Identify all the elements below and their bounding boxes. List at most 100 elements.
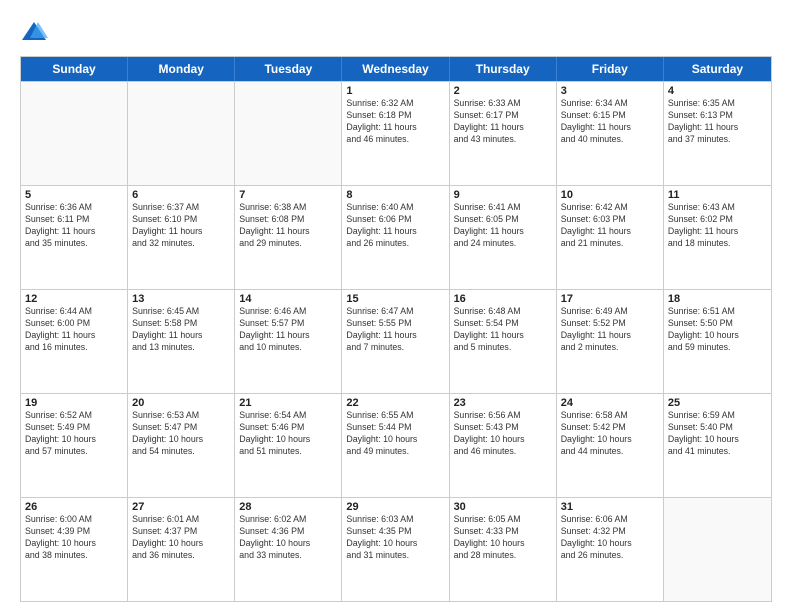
day-number: 18 [668, 293, 767, 305]
day-info: Sunrise: 6:32 AM Sunset: 6:18 PM Dayligh… [346, 98, 444, 146]
cal-cell-r1c3: 8Sunrise: 6:40 AM Sunset: 6:06 PM Daylig… [342, 186, 449, 289]
day-info: Sunrise: 6:38 AM Sunset: 6:08 PM Dayligh… [239, 202, 337, 250]
header-day-saturday: Saturday [664, 57, 771, 81]
cal-cell-r0c2 [235, 82, 342, 185]
day-number: 3 [561, 85, 659, 97]
day-info: Sunrise: 6:33 AM Sunset: 6:17 PM Dayligh… [454, 98, 552, 146]
cal-row-2: 12Sunrise: 6:44 AM Sunset: 6:00 PM Dayli… [21, 289, 771, 393]
day-number: 4 [668, 85, 767, 97]
cal-cell-r0c5: 3Sunrise: 6:34 AM Sunset: 6:15 PM Daylig… [557, 82, 664, 185]
cal-cell-r1c4: 9Sunrise: 6:41 AM Sunset: 6:05 PM Daylig… [450, 186, 557, 289]
cal-cell-r3c0: 19Sunrise: 6:52 AM Sunset: 5:49 PM Dayli… [21, 394, 128, 497]
cal-cell-r0c3: 1Sunrise: 6:32 AM Sunset: 6:18 PM Daylig… [342, 82, 449, 185]
day-number: 25 [668, 397, 767, 409]
day-info: Sunrise: 6:56 AM Sunset: 5:43 PM Dayligh… [454, 410, 552, 458]
day-number: 8 [346, 189, 444, 201]
day-number: 31 [561, 501, 659, 513]
day-number: 29 [346, 501, 444, 513]
day-info: Sunrise: 6:51 AM Sunset: 5:50 PM Dayligh… [668, 306, 767, 354]
day-info: Sunrise: 6:54 AM Sunset: 5:46 PM Dayligh… [239, 410, 337, 458]
day-info: Sunrise: 6:06 AM Sunset: 4:32 PM Dayligh… [561, 514, 659, 562]
cal-cell-r2c2: 14Sunrise: 6:46 AM Sunset: 5:57 PM Dayli… [235, 290, 342, 393]
logo [20, 18, 52, 46]
cal-cell-r0c6: 4Sunrise: 6:35 AM Sunset: 6:13 PM Daylig… [664, 82, 771, 185]
day-info: Sunrise: 6:52 AM Sunset: 5:49 PM Dayligh… [25, 410, 123, 458]
cal-cell-r2c6: 18Sunrise: 6:51 AM Sunset: 5:50 PM Dayli… [664, 290, 771, 393]
day-info: Sunrise: 6:58 AM Sunset: 5:42 PM Dayligh… [561, 410, 659, 458]
day-number: 14 [239, 293, 337, 305]
day-info: Sunrise: 6:55 AM Sunset: 5:44 PM Dayligh… [346, 410, 444, 458]
day-info: Sunrise: 6:47 AM Sunset: 5:55 PM Dayligh… [346, 306, 444, 354]
cal-row-3: 19Sunrise: 6:52 AM Sunset: 5:49 PM Dayli… [21, 393, 771, 497]
header-day-sunday: Sunday [21, 57, 128, 81]
cal-cell-r1c2: 7Sunrise: 6:38 AM Sunset: 6:08 PM Daylig… [235, 186, 342, 289]
cal-cell-r4c2: 28Sunrise: 6:02 AM Sunset: 4:36 PM Dayli… [235, 498, 342, 601]
header-day-wednesday: Wednesday [342, 57, 449, 81]
header-day-monday: Monday [128, 57, 235, 81]
header-day-thursday: Thursday [450, 57, 557, 81]
day-number: 13 [132, 293, 230, 305]
day-number: 16 [454, 293, 552, 305]
day-info: Sunrise: 6:59 AM Sunset: 5:40 PM Dayligh… [668, 410, 767, 458]
calendar: SundayMondayTuesdayWednesdayThursdayFrid… [20, 56, 772, 602]
day-number: 12 [25, 293, 123, 305]
cal-cell-r4c4: 30Sunrise: 6:05 AM Sunset: 4:33 PM Dayli… [450, 498, 557, 601]
day-number: 21 [239, 397, 337, 409]
day-number: 19 [25, 397, 123, 409]
header-day-tuesday: Tuesday [235, 57, 342, 81]
day-number: 7 [239, 189, 337, 201]
day-number: 23 [454, 397, 552, 409]
day-number: 2 [454, 85, 552, 97]
day-number: 30 [454, 501, 552, 513]
cal-cell-r3c5: 24Sunrise: 6:58 AM Sunset: 5:42 PM Dayli… [557, 394, 664, 497]
day-info: Sunrise: 6:44 AM Sunset: 6:00 PM Dayligh… [25, 306, 123, 354]
cal-cell-r0c4: 2Sunrise: 6:33 AM Sunset: 6:17 PM Daylig… [450, 82, 557, 185]
header [20, 18, 772, 46]
day-number: 17 [561, 293, 659, 305]
day-info: Sunrise: 6:34 AM Sunset: 6:15 PM Dayligh… [561, 98, 659, 146]
day-info: Sunrise: 6:02 AM Sunset: 4:36 PM Dayligh… [239, 514, 337, 562]
day-info: Sunrise: 6:00 AM Sunset: 4:39 PM Dayligh… [25, 514, 123, 562]
day-number: 22 [346, 397, 444, 409]
day-info: Sunrise: 6:53 AM Sunset: 5:47 PM Dayligh… [132, 410, 230, 458]
day-info: Sunrise: 6:49 AM Sunset: 5:52 PM Dayligh… [561, 306, 659, 354]
page: SundayMondayTuesdayWednesdayThursdayFrid… [0, 0, 792, 612]
day-info: Sunrise: 6:40 AM Sunset: 6:06 PM Dayligh… [346, 202, 444, 250]
cal-cell-r4c5: 31Sunrise: 6:06 AM Sunset: 4:32 PM Dayli… [557, 498, 664, 601]
calendar-body: 1Sunrise: 6:32 AM Sunset: 6:18 PM Daylig… [21, 81, 771, 601]
cal-cell-r2c0: 12Sunrise: 6:44 AM Sunset: 6:00 PM Dayli… [21, 290, 128, 393]
cal-cell-r1c0: 5Sunrise: 6:36 AM Sunset: 6:11 PM Daylig… [21, 186, 128, 289]
cal-cell-r0c0 [21, 82, 128, 185]
day-info: Sunrise: 6:01 AM Sunset: 4:37 PM Dayligh… [132, 514, 230, 562]
cal-cell-r3c2: 21Sunrise: 6:54 AM Sunset: 5:46 PM Dayli… [235, 394, 342, 497]
logo-icon [20, 18, 48, 46]
cal-cell-r4c1: 27Sunrise: 6:01 AM Sunset: 4:37 PM Dayli… [128, 498, 235, 601]
cal-cell-r3c6: 25Sunrise: 6:59 AM Sunset: 5:40 PM Dayli… [664, 394, 771, 497]
day-number: 15 [346, 293, 444, 305]
day-info: Sunrise: 6:05 AM Sunset: 4:33 PM Dayligh… [454, 514, 552, 562]
cal-cell-r1c1: 6Sunrise: 6:37 AM Sunset: 6:10 PM Daylig… [128, 186, 235, 289]
cal-cell-r2c3: 15Sunrise: 6:47 AM Sunset: 5:55 PM Dayli… [342, 290, 449, 393]
day-info: Sunrise: 6:43 AM Sunset: 6:02 PM Dayligh… [668, 202, 767, 250]
cal-row-0: 1Sunrise: 6:32 AM Sunset: 6:18 PM Daylig… [21, 81, 771, 185]
day-number: 10 [561, 189, 659, 201]
cal-cell-r0c1 [128, 82, 235, 185]
cal-row-1: 5Sunrise: 6:36 AM Sunset: 6:11 PM Daylig… [21, 185, 771, 289]
day-number: 24 [561, 397, 659, 409]
day-info: Sunrise: 6:42 AM Sunset: 6:03 PM Dayligh… [561, 202, 659, 250]
day-number: 1 [346, 85, 444, 97]
cal-cell-r4c0: 26Sunrise: 6:00 AM Sunset: 4:39 PM Dayli… [21, 498, 128, 601]
day-info: Sunrise: 6:46 AM Sunset: 5:57 PM Dayligh… [239, 306, 337, 354]
cal-cell-r3c1: 20Sunrise: 6:53 AM Sunset: 5:47 PM Dayli… [128, 394, 235, 497]
day-info: Sunrise: 6:48 AM Sunset: 5:54 PM Dayligh… [454, 306, 552, 354]
day-number: 6 [132, 189, 230, 201]
day-info: Sunrise: 6:41 AM Sunset: 6:05 PM Dayligh… [454, 202, 552, 250]
cal-cell-r4c6 [664, 498, 771, 601]
day-number: 27 [132, 501, 230, 513]
day-number: 20 [132, 397, 230, 409]
day-number: 26 [25, 501, 123, 513]
cal-row-4: 26Sunrise: 6:00 AM Sunset: 4:39 PM Dayli… [21, 497, 771, 601]
day-info: Sunrise: 6:35 AM Sunset: 6:13 PM Dayligh… [668, 98, 767, 146]
day-info: Sunrise: 6:36 AM Sunset: 6:11 PM Dayligh… [25, 202, 123, 250]
header-day-friday: Friday [557, 57, 664, 81]
